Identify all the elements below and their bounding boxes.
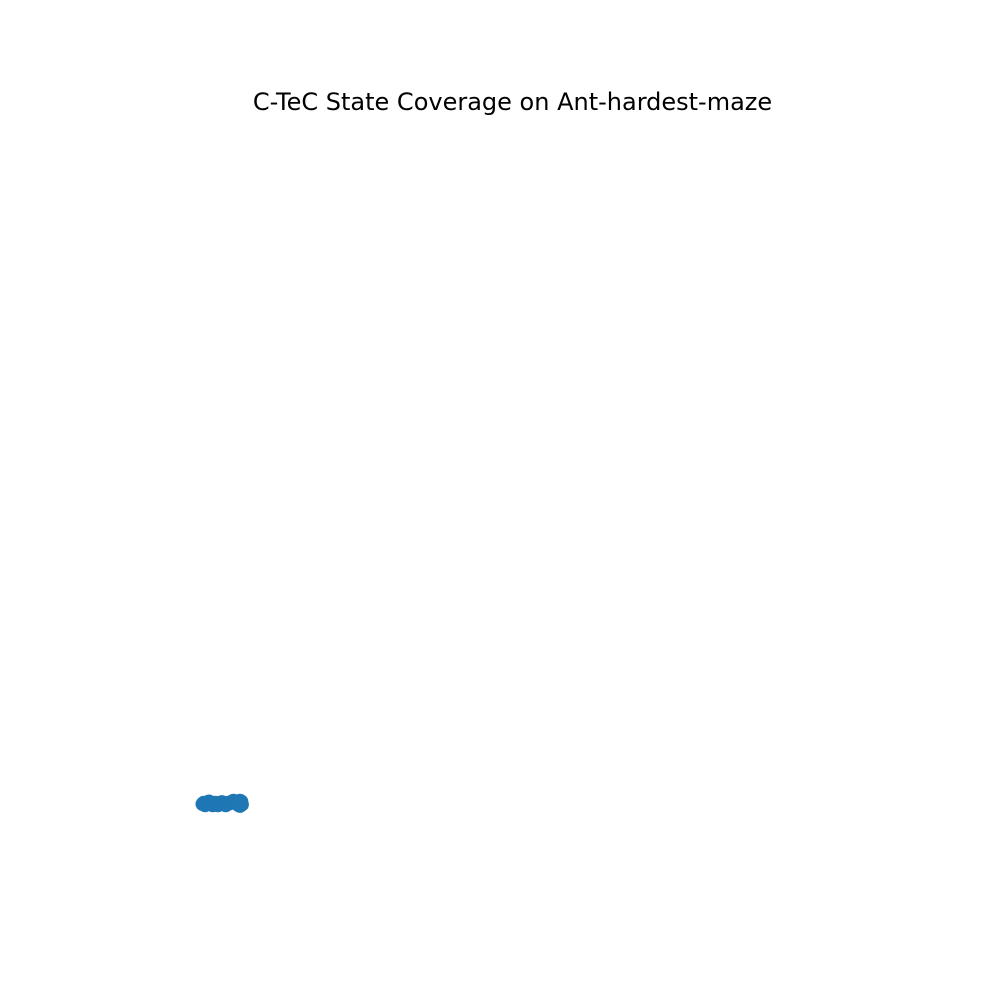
series-points: [195, 793, 249, 813]
scatter-point: [232, 796, 247, 811]
scatter-plot: [195, 793, 249, 813]
